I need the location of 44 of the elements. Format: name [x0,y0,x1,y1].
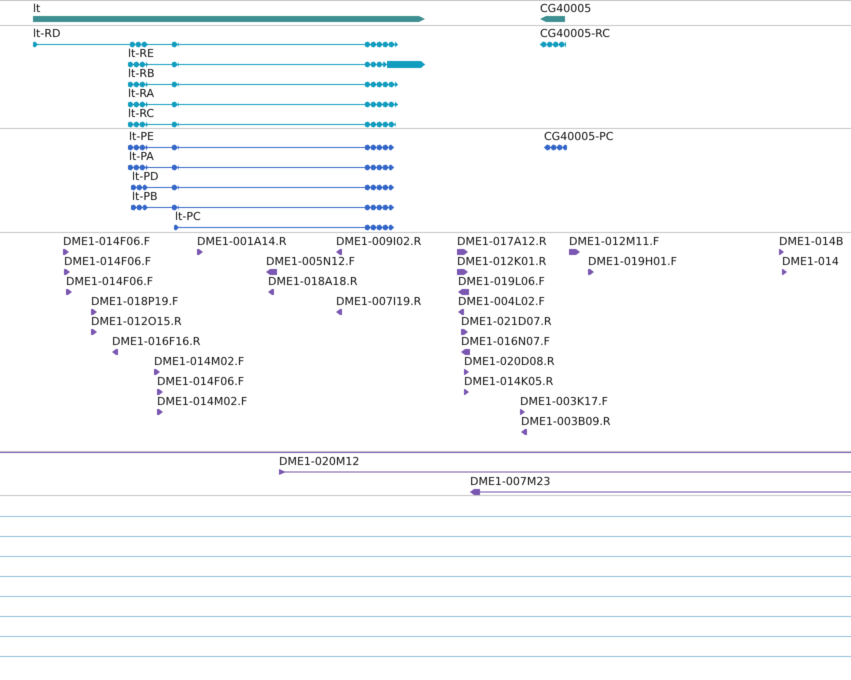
est-label: DME1-018A18.R [268,275,358,288]
feature-label: lt-RA [128,87,154,100]
est-label: DME1-014K05.R [464,375,554,388]
feature-label: lt-RB [128,67,155,80]
est-label: DME1-019L06.F [458,275,545,288]
est-label: DME1-019H01.F [588,255,677,268]
gene-label: CG40005 [540,2,592,15]
feature-label: lt-RD [33,27,60,40]
feature-label: lt-RE [128,47,154,60]
feature-label: lt-PA [129,150,154,163]
est-label: DME1-012O15.R [91,315,182,328]
est-label: DME1-007I19.R [336,295,422,308]
est-label: DME1-003B09.R [521,415,611,428]
est-label: DME1-014F06.F [64,255,152,268]
est-label: DME1-020D08.R [464,355,554,368]
clone-label: DME1-007M23 [470,475,550,488]
feature-label: lt-PD [132,170,158,183]
est-label: DME1-016F16.R [112,335,200,348]
est-label: DME1-014F06.F [66,275,154,288]
est-label: DME1-012M11.F [569,235,660,248]
est-label: DME1-014F06.F [157,375,244,388]
feature-label: lt-PC [175,210,201,223]
est-label: DME1-009I02.R [336,235,422,248]
est-label: DME1-003K17.F [520,395,608,408]
feature-label: CG40005-RC [540,27,610,40]
feature-label: lt-PE [129,130,154,143]
est-label: DME1-017A12.R [457,235,547,248]
feature-label: lt-PB [132,190,158,203]
est-label: DME1-014 [782,255,839,268]
est-label: DME1-014B [779,235,844,248]
feature-label: CG40005-PC [544,130,614,143]
est-label: DME1-004L02.F [458,295,545,308]
est-label: DME1-005N12.F [266,255,355,268]
est-label: DME1-016N07.F [461,335,550,348]
est-label: DME1-018P19.F [91,295,178,308]
est-label: DME1-021D07.R [461,315,552,328]
feature-label: lt-RC [128,107,154,120]
est-label: DME1-001A14.R [197,235,287,248]
est-label: DME1-014M02.F [157,395,248,408]
est-label: DME1-014F06.F [63,235,150,248]
est-label: DME1-012K01.R [457,255,546,268]
gene-label: lt [33,2,40,15]
est-label: DME1-014M02.F [154,355,244,368]
clone-label: DME1-020M12 [279,455,360,468]
